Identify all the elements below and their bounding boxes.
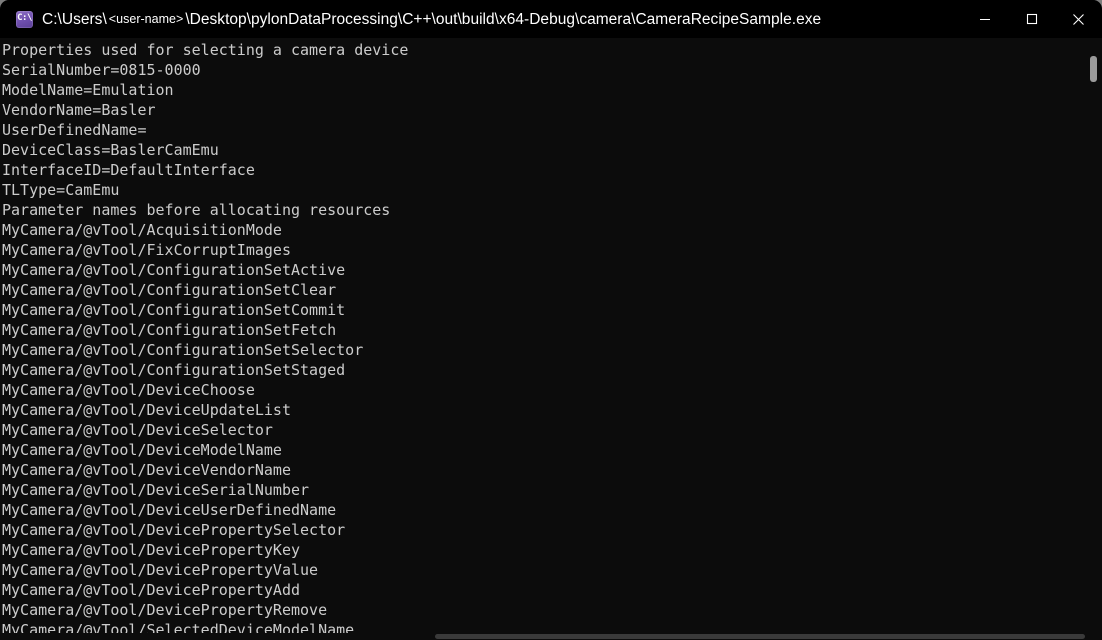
vertical-scrollbar-thumb[interactable] [1090, 56, 1097, 82]
console-output-area[interactable]: Properties used for selecting a camera d… [0, 38, 1102, 640]
terminal-window: C:\ C:\Users\ <user-name> \Desktop\pylonDa… [0, 0, 1102, 640]
horizontal-scrollbar-thumb[interactable] [435, 634, 1085, 639]
console-line: VendorName=Basler [2, 101, 156, 119]
window-title-user-token: <user-name> [108, 11, 184, 26]
close-icon [1073, 13, 1084, 25]
console-line: MyCamera/@vTool/DevicePropertySelector [2, 521, 346, 539]
window-title-prefix: C:\Users\ [42, 10, 107, 28]
console-line: MyCamera/@vTool/ConfigurationSetClear [2, 281, 337, 299]
maximize-button[interactable] [1008, 0, 1055, 38]
vertical-scrollbar[interactable] [1087, 38, 1102, 633]
console-line: MyCamera/@vTool/DeviceVendorName [2, 461, 291, 479]
title-bar[interactable]: C:\ C:\Users\ <user-name> \Desktop\pylonDa… [0, 0, 1102, 38]
console-line: MyCamera/@vTool/AcquisitionMode [2, 221, 282, 239]
window-title-suffix: \Desktop\pylonDataProcessing\C++\out\bui… [185, 10, 822, 28]
close-button[interactable] [1055, 0, 1102, 38]
console-line: MyCamera/@vTool/ConfigurationSetCommit [2, 301, 346, 319]
console-line: InterfaceID=DefaultInterface [2, 161, 255, 179]
console-line: MyCamera/@vTool/ConfigurationSetSelector [2, 341, 364, 359]
console-line: MyCamera/@vTool/DeviceSelector [2, 421, 273, 439]
console-line: Parameter names before allocating resour… [2, 201, 391, 219]
console-app-icon-glyph: C:\ [17, 13, 32, 23]
maximize-icon [1026, 13, 1037, 25]
console-line: MyCamera/@vTool/ConfigurationSetFetch [2, 321, 337, 339]
console-line: MyCamera/@vTool/DeviceSerialNumber [2, 481, 310, 499]
console-line: UserDefinedName= [2, 121, 147, 139]
console-app-icon: C:\ [16, 10, 33, 28]
console-line: MyCamera/@vTool/DeviceUserDefinedName [2, 501, 337, 519]
window-controls [961, 0, 1102, 38]
console-line: MyCamera/@vTool/DeviceChoose [2, 381, 255, 399]
console-line: MyCamera/@vTool/DeviceModelName [2, 441, 282, 459]
console-line: MyCamera/@vTool/ConfigurationSetStaged [2, 361, 346, 379]
console-line: MyCamera/@vTool/DevicePropertyAdd [2, 581, 301, 599]
console-line: MyCamera/@vTool/DevicePropertyKey [2, 541, 301, 559]
console-line: TLType=CamEmu [2, 181, 120, 199]
horizontal-scrollbar[interactable] [0, 633, 1087, 640]
window-title: C:\Users\ <user-name> \Desktop\pylonDataPr… [42, 0, 961, 38]
console-line: DeviceClass=BaslerCamEmu [2, 141, 219, 159]
console-line: MyCamera/@vTool/DeviceUpdateList [2, 401, 291, 419]
console-line: MyCamera/@vTool/DevicePropertyRemove [2, 601, 328, 619]
console-line: Properties used for selecting a camera d… [2, 41, 409, 59]
console-line: MyCamera/@vTool/ConfigurationSetActive [2, 261, 346, 279]
console-line: MyCamera/@vTool/FixCorruptImages [2, 241, 291, 259]
console-line: SerialNumber=0815-0000 [2, 61, 201, 79]
minimize-icon [979, 19, 990, 20]
minimize-button[interactable] [961, 0, 1008, 38]
console-text: Properties used for selecting a camera d… [2, 40, 408, 640]
scrollbar-corner [1087, 633, 1102, 640]
console-line: ModelName=Emulation [2, 81, 174, 99]
console-line: MyCamera/@vTool/DevicePropertyValue [2, 561, 319, 579]
